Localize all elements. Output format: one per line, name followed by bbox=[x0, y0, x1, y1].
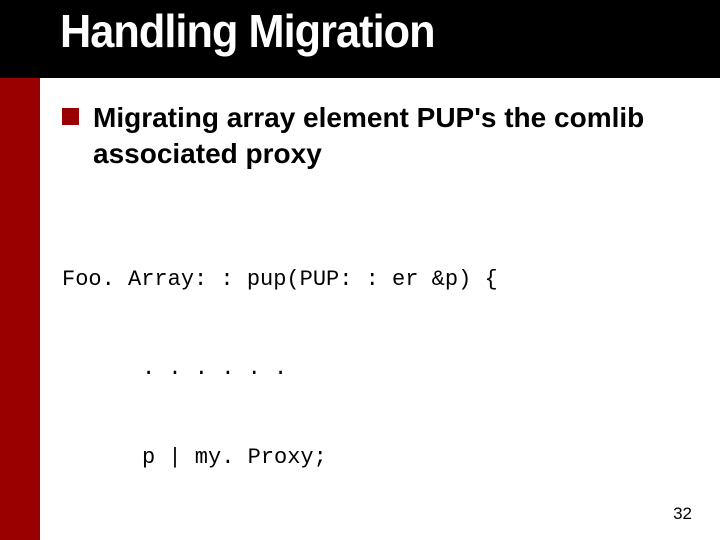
left-accent-band bbox=[0, 0, 40, 540]
bullet-text: Migrating array element PUP's the comlib… bbox=[93, 100, 680, 172]
square-bullet-icon bbox=[62, 108, 79, 125]
code-line: p | my. Proxy; bbox=[62, 443, 680, 473]
code-line: . . . . . . bbox=[62, 354, 680, 384]
page-number: 32 bbox=[673, 504, 692, 524]
bullet-item: Migrating array element PUP's the comlib… bbox=[62, 100, 680, 172]
code-block: Foo. Array: : pup(PUP: : er &p) { . . . … bbox=[62, 206, 680, 540]
slide-content: Migrating array element PUP's the comlib… bbox=[62, 100, 680, 540]
slide-title: Handling Migration bbox=[60, 4, 435, 58]
code-line: Foo. Array: : pup(PUP: : er &p) { bbox=[62, 265, 680, 295]
code-line: . . . . . . bbox=[62, 532, 680, 540]
